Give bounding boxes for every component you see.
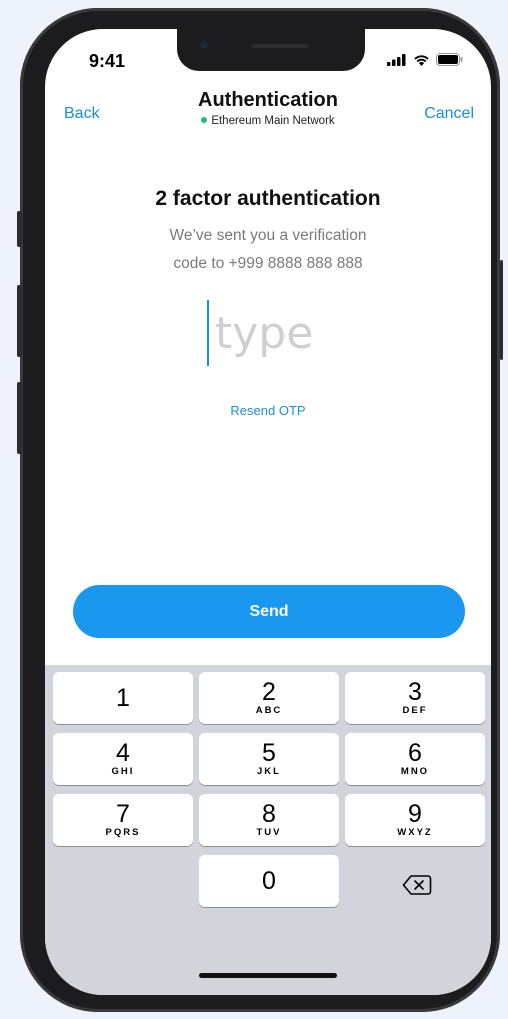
- auth-heading: 2 factor authentication: [155, 187, 381, 210]
- silent-switch: [17, 211, 22, 247]
- key-digit: 2: [262, 678, 276, 706]
- send-button[interactable]: Send: [73, 585, 465, 638]
- key-6[interactable]: 6 MNO: [345, 733, 485, 785]
- power-button: [500, 260, 503, 360]
- verification-code-input[interactable]: [209, 307, 345, 359]
- key-9[interactable]: 9 WXYZ: [345, 794, 485, 846]
- key-digit: 6: [408, 739, 422, 767]
- home-indicator[interactable]: [199, 973, 337, 978]
- key-letters: DEF: [402, 705, 428, 716]
- cancel-button[interactable]: Cancel: [424, 105, 474, 123]
- resend-otp-link[interactable]: Resend OTP: [45, 403, 491, 418]
- key-digit: 8: [262, 800, 276, 828]
- volume-up-button: [17, 285, 22, 357]
- key-5[interactable]: 5 JKL: [199, 733, 339, 785]
- key-letters: GHI: [111, 766, 135, 777]
- key-digit: 5: [262, 739, 276, 767]
- battery-icon: [436, 53, 463, 66]
- screen: 9:41 Back Authentication Ethereum Main N…: [45, 29, 491, 995]
- key-1[interactable]: 1: [53, 672, 193, 724]
- key-4[interactable]: 4 GHI: [53, 733, 193, 785]
- key-digit: 4: [116, 739, 130, 767]
- key-digit: 0: [262, 867, 276, 895]
- auth-description-line2: code to +999 8888 888 888: [173, 255, 363, 272]
- key-letters: WXYZ: [397, 827, 433, 838]
- key-letters: PQRS: [105, 827, 141, 838]
- earpiece-speaker: [252, 44, 308, 48]
- front-camera: [200, 41, 208, 49]
- backspace-icon: [402, 875, 432, 895]
- key-2[interactable]: 2 ABC: [199, 672, 339, 724]
- verification-code-field[interactable]: [207, 300, 347, 366]
- key-digit: 3: [408, 678, 422, 706]
- key-8[interactable]: 8 TUV: [199, 794, 339, 846]
- status-icons: [387, 53, 463, 66]
- key-7[interactable]: 7 PQRS: [53, 794, 193, 846]
- key-letters: MNO: [400, 766, 430, 777]
- volume-down-button: [17, 382, 22, 454]
- key-letters: TUV: [256, 827, 282, 838]
- wifi-icon: [414, 55, 429, 66]
- auth-description-line1: We’ve sent you a verification: [169, 227, 367, 244]
- network-status-dot: [201, 117, 208, 123]
- key-digit: 9: [408, 800, 422, 828]
- key-letters: ABC: [255, 705, 283, 716]
- key-3[interactable]: 3 DEF: [345, 672, 485, 724]
- backspace-key[interactable]: [392, 865, 442, 905]
- key-digit: 1: [116, 684, 130, 712]
- network-name: Ethereum Main Network: [211, 115, 335, 127]
- key-digit: 7: [116, 800, 130, 828]
- auth-description: We’ve sent you a verification code to +9…: [45, 222, 491, 278]
- status-time: 9:41: [89, 51, 126, 71]
- key-letters: JKL: [257, 766, 281, 777]
- notch: [177, 29, 365, 71]
- key-0[interactable]: 0: [199, 855, 339, 907]
- cellular-signal-icon: [387, 54, 406, 66]
